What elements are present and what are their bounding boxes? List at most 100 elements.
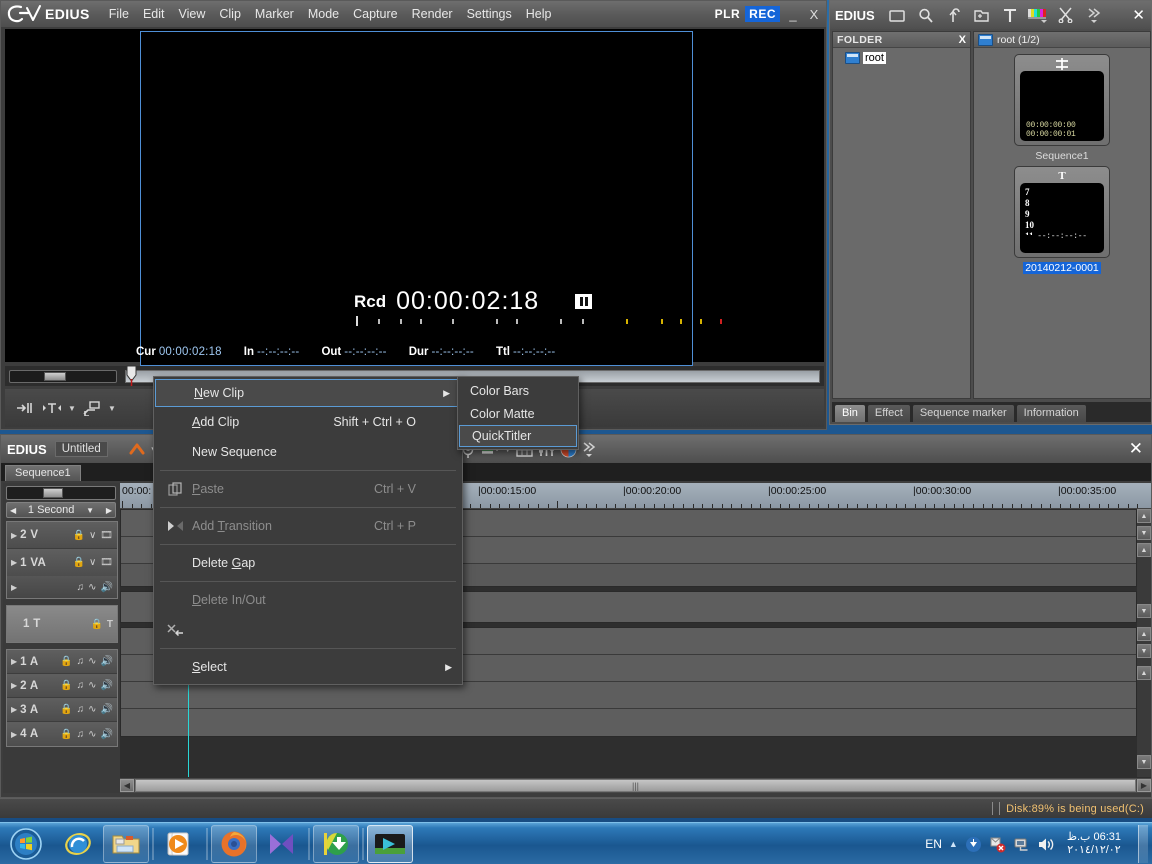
menu-clip[interactable]: Clip: [212, 4, 248, 24]
track-header-1a[interactable]: ▶ 1 A 🔒 ♫ ∿ 🔊: [7, 650, 117, 674]
clip-card-sequence[interactable]: 00:00:00:00 00:00:00:01 Sequence1: [1014, 54, 1110, 164]
waveform-icon[interactable]: ∿: [88, 582, 96, 593]
menu-view[interactable]: View: [172, 4, 213, 24]
submenu-item-color-matte[interactable]: Color Matte: [458, 402, 578, 425]
folder-panel-close[interactable]: X: [959, 34, 966, 46]
minimize-button[interactable]: _: [785, 7, 801, 22]
scale-prev-arrow[interactable]: ◀: [10, 506, 16, 515]
player-zoom-slider[interactable]: [9, 369, 117, 383]
add-to-timeline-icon[interactable]: [80, 396, 104, 420]
up-folder-icon[interactable]: [943, 4, 965, 26]
lane-3a[interactable]: [121, 682, 1136, 709]
expand-arrow-icon[interactable]: ▶: [11, 558, 17, 567]
taskbar-idm-icon[interactable]: [313, 824, 359, 863]
menu-render[interactable]: Render: [405, 4, 460, 24]
track-header-2v[interactable]: ▶ 2 V 🔒 ∨ 🎞: [7, 522, 117, 549]
lock-icon[interactable]: 🔒: [60, 704, 72, 715]
submenu-item-color-bars[interactable]: Color Bars: [458, 379, 578, 402]
menu-mode[interactable]: Mode: [301, 4, 346, 24]
clip-thumbnail[interactable]: T 7 8 9 10 11 --:--:--:--: [1014, 166, 1110, 258]
mute-icon[interactable]: ♫: [77, 582, 85, 593]
waveform-icon[interactable]: ∿: [88, 680, 96, 691]
menu-edit[interactable]: Edit: [136, 4, 172, 24]
clip-card-title[interactable]: T 7 8 9 10 11 --:--:--:-- 201: [1014, 166, 1110, 276]
clip-thumbnail[interactable]: 00:00:00:00 00:00:00:01: [1014, 54, 1110, 146]
tab-sequence-marker[interactable]: Sequence marker: [912, 405, 1014, 422]
speaker-icon[interactable]: 🔊: [101, 729, 113, 740]
more-icon[interactable]: [580, 438, 599, 460]
menu-item-select[interactable]: Select ▶: [154, 652, 462, 682]
slider-knob[interactable]: [44, 371, 66, 381]
expand-arrow-icon[interactable]: ▶: [11, 657, 17, 666]
video-icon[interactable]: 🎞: [100, 530, 113, 541]
marker-dropdown-caret[interactable]: ▼: [67, 404, 77, 413]
expand-arrow-icon[interactable]: ▶: [11, 705, 17, 714]
scroll-up-button[interactable]: ▲: [1137, 627, 1151, 641]
network-icon[interactable]: [1013, 836, 1030, 853]
track-header-4a[interactable]: ▶ 4 A 🔒 ♫ ∿ 🔊: [7, 722, 117, 746]
tree-item-root[interactable]: root: [835, 52, 968, 64]
submenu-item-quicktitler[interactable]: QuickTitler: [459, 425, 577, 447]
eye-icon[interactable]: ∨: [89, 530, 96, 541]
track-header-3a[interactable]: ▶ 3 A 🔒 ♫ ∿ 🔊: [7, 698, 117, 722]
show-desktop-button[interactable]: [1138, 825, 1148, 863]
lock-icon[interactable]: 🔒: [73, 530, 85, 541]
menu-capture[interactable]: Capture: [346, 4, 404, 24]
waveform-icon[interactable]: ∿: [88, 729, 96, 740]
taskbar-media-player-icon[interactable]: [157, 825, 203, 863]
tab-effect[interactable]: Effect: [867, 405, 910, 422]
track-header-2a[interactable]: ▶ 2 A 🔒 ♫ ∿ 🔊: [7, 674, 117, 698]
menu-file[interactable]: File: [102, 4, 136, 24]
mute-icon[interactable]: ♫: [77, 704, 85, 715]
waveform-icon[interactable]: ∿: [88, 704, 96, 715]
timeline-scale-selector[interactable]: ◀ 1 Second ▼ ▶: [6, 502, 116, 518]
speaker-icon[interactable]: 🔊: [101, 680, 113, 691]
idm-tray-icon[interactable]: [965, 836, 982, 853]
mute-icon[interactable]: ♫: [77, 656, 85, 667]
player-mode-button[interactable]: PLR: [715, 7, 741, 21]
search-icon[interactable]: [915, 4, 937, 26]
scroll-left-button[interactable]: ◀: [120, 779, 134, 792]
speaker-icon[interactable]: 🔊: [101, 656, 113, 667]
menu-item-add-clip[interactable]: Add Clip Shift + Ctrl + O: [154, 407, 462, 437]
taskbar-edius-icon[interactable]: [367, 824, 413, 863]
scale-dropdown-caret[interactable]: ▼: [86, 506, 94, 515]
menu-item-delete-gap[interactable]: Delete Gap: [154, 548, 462, 578]
lock-icon[interactable]: 🔒: [60, 680, 72, 691]
speaker-icon[interactable]: 🔊: [101, 704, 113, 715]
lock-icon[interactable]: 🔒: [90, 619, 102, 630]
expand-arrow-icon[interactable]: ▶: [11, 531, 17, 540]
lock-icon[interactable]: 🔒: [73, 557, 85, 568]
expand-arrow-icon[interactable]: ▶: [11, 681, 17, 690]
speaker-icon[interactable]: 🔊: [101, 582, 113, 593]
slider-knob[interactable]: [43, 488, 63, 498]
scroll-down-button[interactable]: ▼: [1137, 604, 1151, 618]
lock-icon[interactable]: 🔒: [60, 656, 72, 667]
lane-4a[interactable]: [121, 709, 1136, 736]
scroll-up-button[interactable]: ▲: [1137, 543, 1151, 557]
action-center-icon[interactable]: [989, 836, 1006, 853]
color-bars-icon[interactable]: [1027, 4, 1049, 26]
add-to-timeline-caret[interactable]: ▼: [107, 404, 117, 413]
video-preview[interactable]: 1 Rcd 00:00:02:18: [140, 31, 919, 366]
undo-icon[interactable]: [126, 438, 148, 460]
scroll-thumb[interactable]: |||: [135, 779, 1136, 792]
track-header-1t[interactable]: 1 T 🔒 T: [7, 606, 117, 642]
menu-settings[interactable]: Settings: [460, 4, 519, 24]
track-header-1va-audio[interactable]: ▶ ♫ ∿ 🔊: [7, 576, 117, 598]
mute-icon[interactable]: ♫: [77, 680, 85, 691]
menu-marker[interactable]: Marker: [248, 4, 301, 24]
mute-icon[interactable]: ♫: [77, 729, 85, 740]
scroll-up-button[interactable]: ▲: [1137, 666, 1151, 680]
taskbar-firefox-icon[interactable]: [211, 824, 257, 863]
menu-item-new-sequence[interactable]: New Sequence: [154, 437, 462, 467]
timeline-close-button[interactable]: ✕: [1129, 439, 1143, 459]
tab-bin[interactable]: Bin: [835, 405, 865, 422]
taskbar-windows-explorer-icon[interactable]: [103, 824, 149, 863]
tab-sequence1[interactable]: Sequence1: [5, 465, 81, 481]
scale-next-arrow[interactable]: ▶: [106, 506, 112, 515]
menu-item-new-clip[interactable]: New Clip ▶: [155, 379, 461, 407]
timeline-horizontal-scrollbar[interactable]: ◀ ||| ▶: [120, 778, 1151, 793]
lock-icon[interactable]: 🔒: [60, 729, 72, 740]
open-folder-icon[interactable]: [971, 4, 993, 26]
